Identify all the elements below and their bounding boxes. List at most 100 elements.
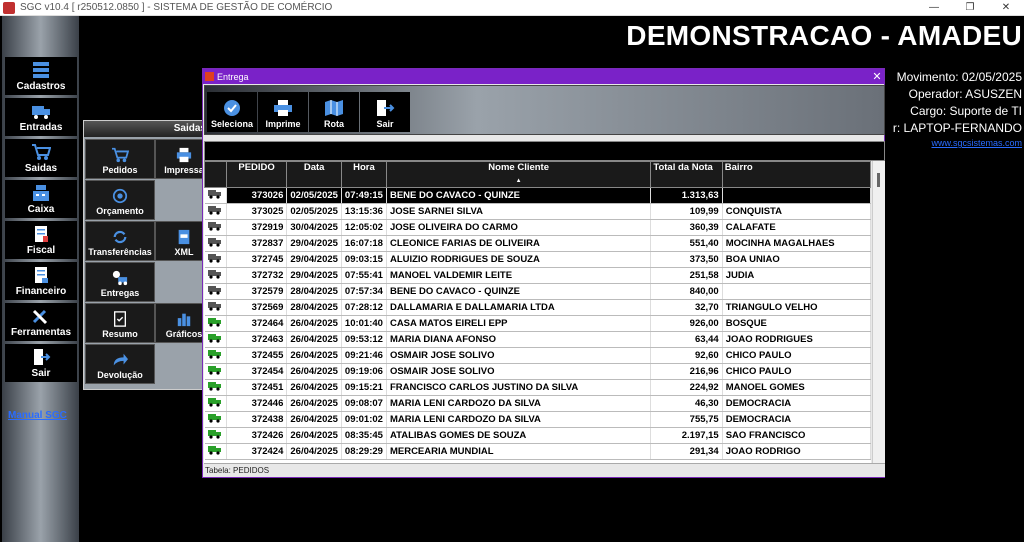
maximize-button[interactable]: ❐ — [952, 0, 988, 16]
close-button[interactable]: ✕ — [988, 0, 1024, 16]
delivery-truck-icon — [208, 222, 222, 231]
toolbar-label: Imprime — [265, 119, 301, 129]
table-row[interactable]: 372438 26/04/2025 09:01:02 MARIA LENI CARDO… — [204, 411, 871, 428]
scrollbar-thumb[interactable] — [877, 173, 880, 187]
table-row[interactable]: 372464 26/04/2025 10:01:40 CASA MATOS EIREL… — [204, 315, 871, 332]
cell-bairro: JUDIA — [722, 267, 871, 284]
saidas-panel: Saidas Pedidos Impressa Orçamento Transf… — [83, 120, 213, 390]
sidebar-item-fiscal[interactable]: Fiscal — [5, 221, 77, 259]
table-row[interactable]: 372454 26/04/2025 09:19:06 OSMAIR JOSE SOLI… — [204, 363, 871, 380]
delivery-truck-icon — [208, 302, 222, 311]
sidebar-item-entradas[interactable]: Entradas — [5, 98, 77, 136]
cash-register-icon — [33, 185, 49, 201]
sidebar-item-ferramentas[interactable]: Ferramentas — [5, 303, 77, 341]
table-row[interactable]: 372569 28/04/2025 07:28:12 DALLAMARIA E DAL… — [204, 299, 871, 316]
col-header-pedido[interactable]: PEDIDO — [225, 161, 288, 188]
cell-bairro: BOA UNIAO — [722, 251, 871, 268]
dialog-toolbar: Seleciona Imprime Rota Sair — [204, 85, 885, 135]
cell-bairro: TRIANGULO VELHO — [722, 299, 871, 316]
sidebar-item-label: Financeiro — [15, 286, 67, 297]
seleciona-button[interactable]: Seleciona — [207, 92, 257, 132]
sidebar-item-label: Caixa — [27, 204, 55, 215]
sidebar-item-sair[interactable]: Sair — [5, 344, 77, 382]
sidebar-item-cadastros[interactable]: Cadastros — [5, 57, 77, 95]
col-header-nome-cliente[interactable]: Nome Cliente ▲ — [385, 161, 652, 188]
rota-button[interactable]: Rota — [309, 92, 359, 132]
cell-bairro: DEMOCRACIA — [722, 411, 871, 428]
col-header-hora[interactable]: Hora — [340, 161, 387, 188]
cell-pedido: 372732 — [226, 267, 288, 284]
sidebar-item-saidas[interactable]: Saidas — [5, 139, 77, 177]
cell-cliente: ATALIBAS GOMES DE SOUZA — [386, 427, 652, 444]
filter-input[interactable] — [204, 141, 885, 161]
exit-door-icon — [377, 100, 395, 116]
cell-bairro: SAO FRANCISCO — [722, 427, 871, 444]
cell-total: 2.197,15 — [650, 427, 723, 444]
col-header-data[interactable]: Data — [286, 161, 342, 188]
vertical-scrollbar[interactable] — [872, 161, 885, 463]
cell-pedido: 372426 — [226, 427, 288, 444]
sidebar-item-financeiro[interactable]: Financeiro — [5, 262, 77, 300]
table-row[interactable]: 373026 02/05/2025 07:49:15 BENE DO CAVACO -… — [204, 187, 871, 204]
saidas-transferencias-button[interactable]: Transferências — [85, 221, 155, 261]
cell-total: 373,50 — [650, 251, 723, 268]
table-row[interactable]: 372424 26/04/2025 08:29:29 MERCEARIA MUNDIA… — [204, 443, 871, 460]
table-row[interactable]: 372455 26/04/2025 09:21:46 OSMAIR JOSE SOLI… — [204, 347, 871, 364]
col-header-label: Nome Cliente — [488, 162, 550, 173]
tools-icon — [32, 309, 48, 325]
table-row[interactable]: 372919 30/04/2025 12:05:02 JOSE OLIVEIRA DO… — [204, 219, 871, 236]
cell-data: 29/04/2025 — [286, 251, 342, 268]
return-arrow-icon — [113, 353, 128, 366]
cell-hora: 07:28:12 — [341, 299, 387, 316]
manual-link[interactable]: Manual SGC — [8, 410, 67, 421]
col-header-total[interactable]: Total da Nota — [650, 161, 723, 188]
website-link[interactable]: www.sgcsistemas.com — [931, 138, 1022, 148]
cell-total: 755,75 — [650, 411, 723, 428]
saidas-orcamento-button[interactable]: Orçamento — [85, 180, 155, 220]
cell-cliente: CLEONICE FARIAS DE OLIVEIRA — [386, 235, 652, 252]
xml-icon — [178, 229, 190, 245]
saidas-resumo-button[interactable]: Resumo — [85, 303, 155, 343]
table-row[interactable]: 372745 29/04/2025 09:03:15 ALUIZIO RODRIGUE… — [204, 251, 871, 268]
delivery-truck-icon — [208, 382, 222, 391]
cell-cliente: JOSE SARNEI SILVA — [386, 203, 652, 220]
cell-hora: 09:53:12 — [341, 331, 387, 348]
cell-hora: 09:01:02 — [341, 411, 387, 428]
cell-total: 92,60 — [650, 347, 723, 364]
imprime-button[interactable]: Imprime — [258, 92, 308, 132]
table-row[interactable]: 372446 26/04/2025 09:08:07 MARIA LENI CARDO… — [204, 395, 871, 412]
cell-pedido: 372745 — [226, 251, 288, 268]
row-icon-cell — [204, 395, 227, 412]
cell-total: 926,00 — [650, 315, 723, 332]
printer-icon — [176, 147, 192, 163]
cell-bairro: BOSQUE — [722, 315, 871, 332]
cell-cliente: BENE DO CAVACO - QUINZE — [386, 187, 652, 204]
saidas-pedidos-button[interactable]: Pedidos — [85, 139, 155, 179]
saidas-devolucao-button[interactable]: Devolução — [85, 344, 155, 384]
table-row[interactable]: 372579 28/04/2025 07:57:34 BENE DO CAVACO -… — [204, 283, 871, 300]
cell-bairro — [722, 283, 871, 300]
cell-hora: 12:05:02 — [341, 219, 387, 236]
table-row[interactable]: 372732 29/04/2025 07:55:41 MANOEL VALDEMIR … — [204, 267, 871, 284]
cell-bairro: CALAFATE — [722, 219, 871, 236]
cell-pedido: 372451 — [226, 379, 288, 396]
cell-hora: 09:15:21 — [341, 379, 387, 396]
table-row[interactable]: 372837 29/04/2025 16:07:18 CLEONICE FARIAS … — [204, 235, 871, 252]
saidas-entregas-button[interactable]: Entregas — [85, 262, 155, 302]
cell-bairro: DEMOCRACIA — [722, 395, 871, 412]
table-row[interactable]: 373025 02/05/2025 13:15:36 JOSE SARNEI SILV… — [204, 203, 871, 220]
row-icon-cell — [204, 219, 227, 236]
col-header-icon[interactable] — [204, 161, 227, 188]
minimize-button[interactable]: — — [916, 0, 952, 16]
cell-total: 63,44 — [650, 331, 723, 348]
table-row[interactable]: 372463 26/04/2025 09:53:12 MARIA DIANA AFON… — [204, 331, 871, 348]
cell-pedido: 373026 — [226, 187, 288, 204]
status-bar: Tabela: PEDIDOS — [204, 463, 885, 477]
table-row[interactable]: 372426 26/04/2025 08:35:45 ATALIBAS GOMES D… — [204, 427, 871, 444]
sair-button[interactable]: Sair — [360, 92, 410, 132]
table-row[interactable]: 372451 26/04/2025 09:15:21 FRANCISCO CARLOS… — [204, 379, 871, 396]
dialog-close-button[interactable]: ✕ — [870, 70, 884, 83]
sidebar-item-caixa[interactable]: Caixa — [5, 180, 77, 218]
cart-icon — [32, 144, 51, 160]
col-header-bairro[interactable]: Bairro — [721, 161, 871, 188]
